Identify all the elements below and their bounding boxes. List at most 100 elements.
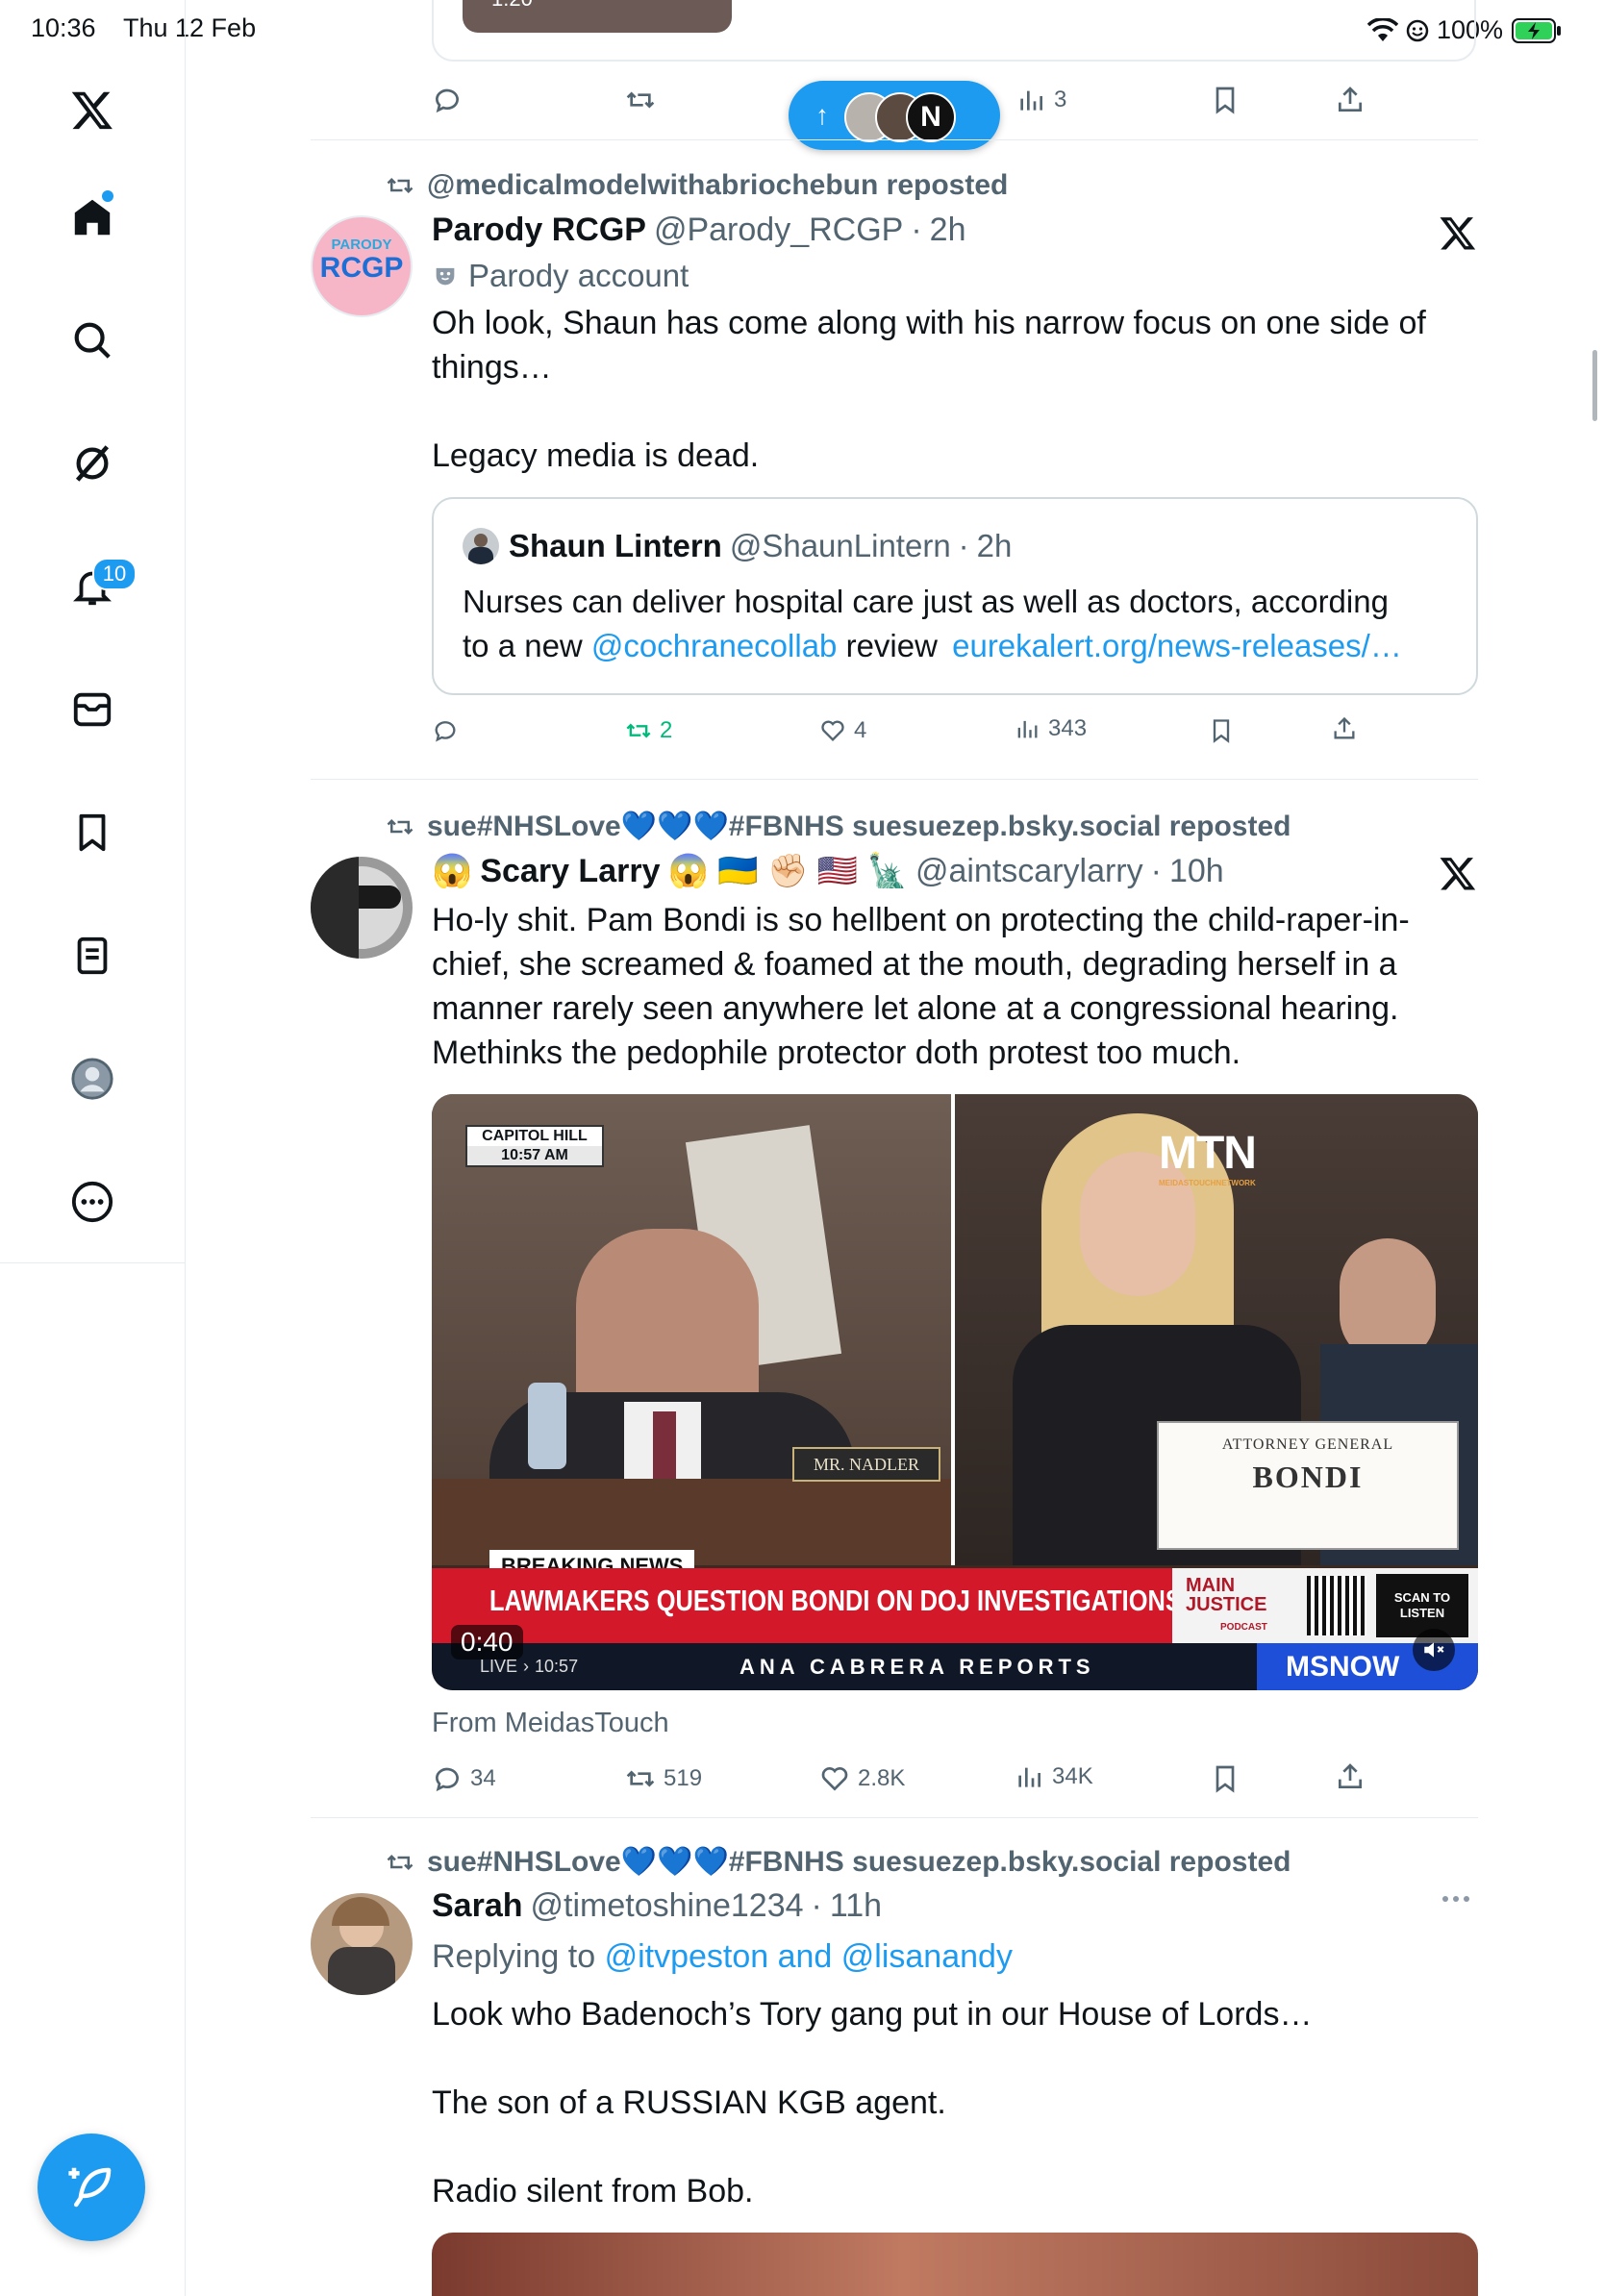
post-text-line: Oh look, Shaun has come along with his n…: [432, 305, 1426, 341]
post-text-line: chief, she screamed & foamed at the mout…: [432, 946, 1397, 983]
replying-to-handles[interactable]: @itvpeston and @lisanandy: [605, 1938, 1013, 1975]
quoted-post-card[interactable]: Shaun Lintern @ShaunLintern · 2h Nurses …: [432, 497, 1478, 695]
sidebar-border: [185, 0, 186, 2296]
repost-button[interactable]: [625, 85, 656, 115]
share-icon: [1334, 716, 1355, 739]
home-unread-dot: [102, 190, 113, 202]
notifications-bell-icon[interactable]: 10: [67, 558, 137, 611]
profile-avatar-icon[interactable]: [67, 1054, 117, 1104]
avatar[interactable]: PARODY RCGP: [311, 215, 413, 317]
bookmark-icon: [1216, 1765, 1235, 1793]
video-source[interactable]: From MeidasTouch: [432, 1708, 669, 1739]
avatar[interactable]: [311, 1893, 413, 1995]
timestamp[interactable]: 10h: [1169, 853, 1224, 890]
url-link[interactable]: eurekalert.org/news-releases/…: [952, 628, 1402, 663]
handle[interactable]: @timetoshine1234: [531, 1887, 804, 1925]
post-text-line: Radio silent from Bob.: [432, 2173, 754, 2209]
previous-post-card[interactable]: 1:20: [432, 0, 1476, 62]
video-duration: 0:40: [451, 1625, 523, 1660]
post-image[interactable]: [432, 2233, 1478, 2296]
previous-post-video-time: 1:20: [491, 0, 533, 12]
post-divider: [311, 139, 1478, 140]
reposter-label[interactable]: sue#NHSLove💙💙💙#FBNHS suesuezep.bsky.soci…: [427, 1845, 1291, 1879]
capitol-hill-time: 10:57 AM: [467, 1146, 602, 1165]
compose-post-button[interactable]: [38, 2134, 145, 2241]
views-count: 34K: [1052, 1763, 1093, 1789]
x-logo-icon[interactable]: [1439, 854, 1477, 892]
main-justice-label: MAIN JUSTICE: [1186, 1575, 1267, 1615]
name-emoji: 😱: [432, 853, 473, 889]
video-player[interactable]: MR. NADLER CAPITOL HILL 10:57 AM MTN MEI…: [432, 1094, 1478, 1690]
more-dots-icon: [1453, 1896, 1459, 1902]
capitol-hill-title: CAPITOL HILL: [482, 1128, 588, 1144]
repost-button[interactable]: 2: [625, 717, 672, 744]
grok-icon[interactable]: [67, 438, 117, 488]
reply-button[interactable]: [432, 717, 466, 744]
bookmark-button[interactable]: [1210, 85, 1241, 115]
x-logo-icon[interactable]: [1439, 213, 1477, 252]
repost-count: 519: [664, 1765, 703, 1791]
reply-button[interactable]: [432, 85, 463, 115]
arrow-up-icon: ↑: [815, 100, 829, 130]
parody-mask-icon: [436, 267, 455, 286]
name-emoji: 😱 🇺🇦 ✊🏻 🇺🇸 🗽: [667, 853, 908, 889]
post-text-line: Legacy media is dead.: [432, 437, 760, 474]
ticker-bar: LIVE › 10:57 ANA CABRERA REPORTS MSNOW: [432, 1643, 1478, 1690]
scrollbar-thumb[interactable]: [1592, 350, 1597, 421]
timestamp[interactable]: 2h: [930, 212, 966, 249]
reposter-label[interactable]: sue#NHSLove💙💙💙#FBNHS suesuezep.bsky.soci…: [427, 810, 1291, 843]
repost-icon: [626, 91, 655, 109]
repost-icon: [387, 177, 414, 194]
more-options-button[interactable]: [1442, 1896, 1469, 1902]
handle[interactable]: @Parody_RCGP: [654, 212, 903, 249]
handle[interactable]: @aintscarylarry: [915, 853, 1143, 890]
bookmark-button[interactable]: [1208, 717, 1235, 744]
x-logo-icon[interactable]: [67, 85, 117, 135]
views-button[interactable]: 343: [1014, 715, 1087, 742]
live-time: 10:57: [535, 1657, 579, 1676]
notifications-badge: 10: [92, 558, 137, 590]
views-count: 3: [1054, 87, 1067, 112]
share-button[interactable]: [1331, 715, 1358, 742]
home-icon[interactable]: [67, 190, 117, 242]
post-header: 😱 Scary Larry 😱 🇺🇦 ✊🏻 🇺🇸 🗽 @aintscarylar…: [432, 852, 1224, 890]
search-icon[interactable]: [67, 315, 117, 365]
share-icon: [1339, 1763, 1362, 1788]
messages-icon[interactable]: [67, 685, 117, 735]
views-button[interactable]: 3: [1015, 85, 1066, 115]
reply-button[interactable]: 34: [432, 1763, 496, 1794]
nameplate-right: ATTORNEY GENERAL BONDI: [1157, 1421, 1459, 1550]
avatar-label: RCGP: [319, 252, 404, 284]
share-button[interactable]: [1335, 1761, 1366, 1792]
more-options-icon[interactable]: [67, 1177, 117, 1227]
reposter-label[interactable]: @medicalmodelwithabriochebun reposted: [427, 169, 1008, 202]
post-text: Oh look, Shaun has come along with his n…: [432, 301, 1480, 478]
bookmarks-icon[interactable]: [67, 808, 117, 858]
live-text: LIVE: [480, 1657, 518, 1676]
podcast-label: PODCAST: [1220, 1622, 1267, 1633]
share-button[interactable]: [1335, 85, 1366, 115]
post-text-line: The son of a RUSSIAN KGB agent.: [432, 2084, 946, 2121]
display-name[interactable]: Scary Larry: [480, 853, 660, 890]
mute-button[interactable]: [1413, 1629, 1455, 1671]
post-divider: [311, 779, 1478, 780]
repost-button[interactable]: 519: [625, 1763, 702, 1794]
avatar[interactable]: [311, 857, 413, 959]
more-dots-icon: [1464, 1896, 1469, 1902]
previous-post-video-thumb[interactable]: 1:20: [463, 0, 732, 33]
display-name[interactable]: Sarah: [432, 1887, 523, 1925]
quoted-timestamp: 2h: [976, 528, 1013, 563]
bookmark-button[interactable]: [1210, 1763, 1241, 1794]
repost-icon: [387, 818, 414, 835]
views-button[interactable]: 34K: [1014, 1761, 1093, 1792]
lists-icon[interactable]: [67, 931, 117, 981]
live-label: LIVE › 10:57: [480, 1657, 579, 1676]
timestamp[interactable]: 11h: [830, 1887, 882, 1925]
bookmark-icon: [1213, 719, 1230, 743]
display-name[interactable]: Parody RCGP: [432, 212, 646, 249]
repost-icon: [626, 723, 651, 738]
like-button[interactable]: 2.8K: [819, 1763, 905, 1794]
like-button[interactable]: 4: [819, 717, 866, 744]
post-text-line: Look who Badenoch’s Tory gang put in our…: [432, 1996, 1313, 2033]
mention-link[interactable]: @cochranecollab: [591, 628, 837, 663]
